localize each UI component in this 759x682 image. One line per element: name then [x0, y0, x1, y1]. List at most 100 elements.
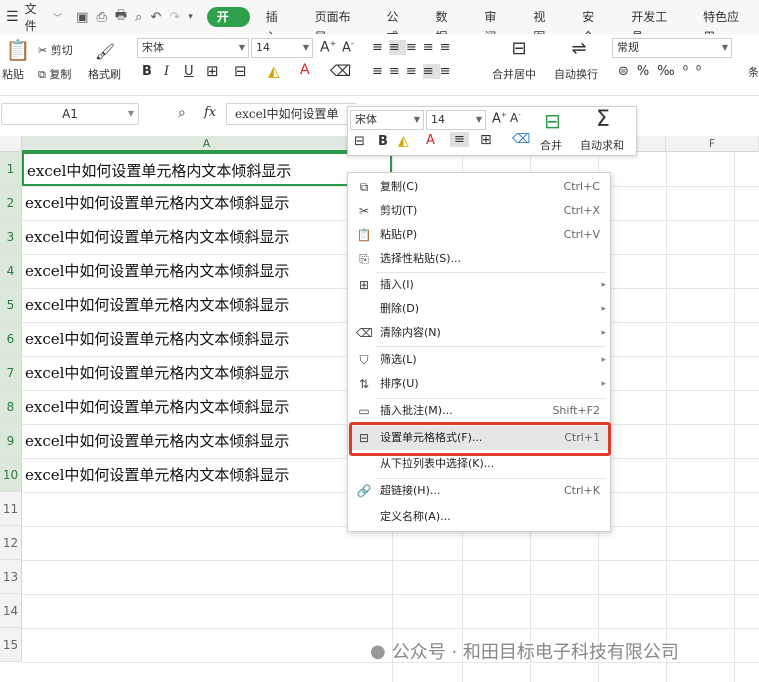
- menu-item-paste[interactable]: 📋 粘贴(P) Ctrl+V: [348, 223, 612, 247]
- zoom-icon[interactable]: ⌕: [178, 105, 186, 121]
- mini-font-size-select[interactable]: 14 ▼: [426, 110, 486, 130]
- tab-formulas[interactable]: 公式: [377, 7, 420, 44]
- paste-button[interactable]: 📋: [4, 38, 32, 62]
- font-color-icon[interactable]: A: [300, 62, 310, 78]
- decrease-font-icon[interactable]: A-: [342, 39, 354, 55]
- cell-a4[interactable]: excel中如何设置单元格内文本倾斜显示: [22, 254, 392, 288]
- tab-developer[interactable]: 开发工具: [621, 7, 687, 44]
- cell-a8[interactable]: excel中如何设置单元格内文本倾斜显示: [22, 390, 392, 424]
- cell-a3[interactable]: excel中如何设置单元格内文本倾斜显示: [22, 220, 392, 254]
- tab-data[interactable]: 数据: [425, 7, 468, 44]
- cell-a9[interactable]: excel中如何设置单元格内文本倾斜显示: [22, 424, 392, 458]
- align-center-icon[interactable]: ≡: [450, 132, 469, 147]
- border-icon[interactable]: ⊞: [480, 132, 492, 148]
- cell-a7[interactable]: excel中如何设置单元格内文本倾斜显示: [22, 356, 392, 390]
- font-name-select[interactable]: 宋体 ▼: [137, 38, 249, 58]
- dropdown-icon[interactable]: ▾: [188, 12, 193, 22]
- tab-insert[interactable]: 插入: [256, 7, 299, 44]
- row-header[interactable]: 7: [0, 356, 22, 390]
- fill-style-icon[interactable]: ⊟: [234, 62, 247, 80]
- align-horizontal-group[interactable]: ≡≡≡≡≡: [372, 64, 457, 79]
- menu-item-hyperlink[interactable]: 🔗 超链接(H)... Ctrl+K: [348, 479, 612, 503]
- file-menu-label[interactable]: 文件: [25, 0, 48, 34]
- tab-home[interactable]: 开始: [206, 7, 250, 44]
- conditional-format-label[interactable]: 条: [748, 64, 759, 80]
- menu-item-insert[interactable]: ⊞ 插入(I) ▸: [348, 273, 612, 297]
- menu-item-delete[interactable]: 删除(D) ▸: [348, 297, 612, 321]
- increase-font-icon[interactable]: A+: [492, 111, 507, 126]
- row-header[interactable]: 13: [0, 560, 22, 594]
- menu-item-paste-special[interactable]: ⎘ 选择性粘贴(S)...: [348, 247, 612, 271]
- format-painter-label[interactable]: 格式刷: [88, 66, 121, 82]
- bold-icon[interactable]: B: [142, 64, 152, 79]
- mini-autosum-label[interactable]: 自动求和: [580, 137, 624, 153]
- menu-item-filter[interactable]: ⛉ 筛选(L) ▸: [348, 348, 612, 372]
- row-header[interactable]: 4: [0, 254, 22, 288]
- menu-item-copy[interactable]: ⧉ 复制(C) Ctrl+C: [348, 175, 612, 199]
- mini-merge-label[interactable]: 合并: [540, 137, 562, 153]
- paste-label[interactable]: 粘贴: [2, 66, 24, 82]
- menu-item-insert-comment[interactable]: ▭ 插入批注(M)... Shift+F2: [348, 399, 612, 423]
- row-header[interactable]: 3: [0, 220, 22, 254]
- row-header[interactable]: 5: [0, 288, 22, 322]
- eraser-icon[interactable]: ⌫: [512, 132, 530, 147]
- increase-font-icon[interactable]: A+: [320, 39, 336, 56]
- file-menu[interactable]: ☰ 文件 ﹀: [0, 0, 62, 34]
- row-header[interactable]: 6: [0, 322, 22, 356]
- column-header-a[interactable]: A: [22, 136, 392, 152]
- underline-icon[interactable]: U: [184, 64, 194, 79]
- cell-a1[interactable]: excel中如何设置单元格内文本倾斜显示: [22, 152, 392, 186]
- merge-center-button[interactable]: ⊟: [496, 38, 542, 59]
- row-header[interactable]: 12: [0, 526, 22, 560]
- formula-input[interactable]: excel中如何设置单: [226, 103, 356, 125]
- wrap-text-button[interactable]: ⇌: [556, 38, 602, 59]
- redo-icon[interactable]: ↷: [169, 10, 180, 25]
- tab-view[interactable]: 视图: [523, 7, 566, 44]
- save-icon[interactable]: ▣: [76, 10, 88, 25]
- eraser-icon[interactable]: ⌫: [330, 62, 351, 80]
- row-header[interactable]: 15: [0, 628, 22, 662]
- cell-a10[interactable]: excel中如何设置单元格内文本倾斜显示: [22, 458, 392, 492]
- tab-features[interactable]: 特色应用: [693, 7, 759, 44]
- number-format-select[interactable]: 常规 ▼: [612, 38, 732, 58]
- format-icon[interactable]: ⊟: [354, 134, 365, 149]
- row-header[interactable]: 1: [0, 152, 22, 186]
- chevron-down-icon[interactable]: ﹀: [53, 11, 62, 24]
- select-all-corner[interactable]: [0, 136, 22, 152]
- fx-label[interactable]: fx: [204, 105, 216, 120]
- border-icon[interactable]: ⊞: [206, 62, 219, 80]
- sigma-icon[interactable]: Σ: [596, 107, 610, 132]
- italic-icon[interactable]: I: [164, 64, 169, 79]
- merge-icon[interactable]: ⊟: [544, 109, 561, 133]
- preview-icon[interactable]: ⌕: [135, 10, 142, 25]
- number-format-buttons[interactable]: ⊜%‰⁰⁰: [618, 64, 709, 79]
- row-header[interactable]: 9: [0, 424, 22, 458]
- wrap-text-label[interactable]: 自动换行: [554, 66, 598, 82]
- menu-item-sort[interactable]: ⇅ 排序(U) ▸: [348, 372, 612, 396]
- row-header[interactable]: 14: [0, 594, 22, 628]
- tab-security[interactable]: 安全: [572, 7, 615, 44]
- format-painter-button[interactable]: 🖌: [90, 42, 120, 61]
- align-top-group[interactable]: ≡≡≡≡≡: [372, 40, 457, 55]
- row-header[interactable]: 10: [0, 458, 22, 492]
- font-color-icon[interactable]: A: [426, 133, 435, 148]
- tab-page-layout[interactable]: 页面布局: [305, 7, 371, 44]
- menu-item-define-name[interactable]: 定义名称(A)...: [348, 505, 612, 529]
- mini-font-name-select[interactable]: 宋体 ▼: [350, 110, 424, 130]
- copy-button[interactable]: ⧉ 复制: [38, 66, 71, 82]
- merge-center-label[interactable]: 合并居中: [492, 66, 536, 82]
- name-box[interactable]: A1 ▼: [1, 103, 139, 125]
- row-header[interactable]: 2: [0, 186, 22, 220]
- cut-button[interactable]: ✂ 剪切: [38, 42, 73, 58]
- cell-a2[interactable]: excel中如何设置单元格内文本倾斜显示: [22, 186, 392, 220]
- cell-a6[interactable]: excel中如何设置单元格内文本倾斜显示: [22, 322, 392, 356]
- bold-icon[interactable]: B: [378, 134, 388, 149]
- menu-item-clear[interactable]: ⌫ 清除内容(N) ▸: [348, 321, 612, 345]
- hamburger-icon[interactable]: ☰: [6, 9, 19, 25]
- undo-icon[interactable]: ↶: [150, 10, 161, 25]
- fill-color-icon[interactable]: ◭: [398, 133, 409, 149]
- column-header-f[interactable]: F: [666, 136, 759, 152]
- menu-item-cut[interactable]: ✂ 剪切(T) Ctrl+X: [348, 199, 612, 223]
- row-header[interactable]: 11: [0, 492, 22, 526]
- fill-color-icon[interactable]: ◭: [268, 62, 280, 80]
